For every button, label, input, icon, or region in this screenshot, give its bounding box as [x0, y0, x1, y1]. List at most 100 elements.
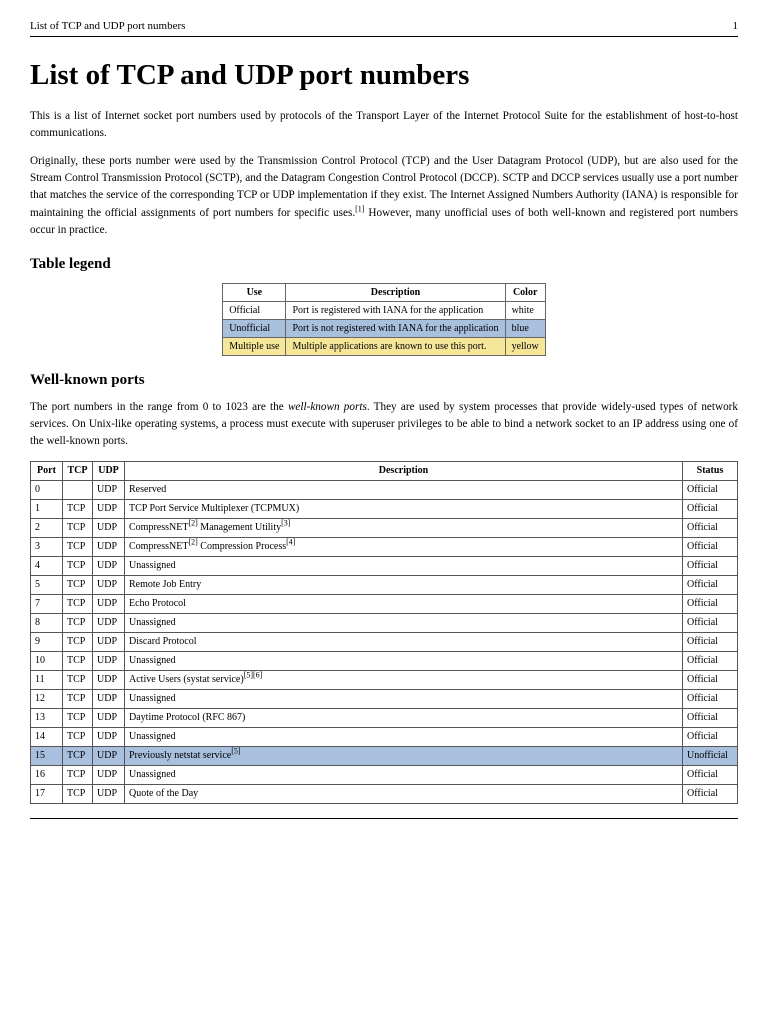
cell-description: Active Users (systat service)[5][6] [125, 670, 683, 689]
cell-port: 2 [31, 518, 63, 537]
legend-table-wrap: Use Description Color OfficialPort is re… [30, 283, 738, 356]
table-row: 3TCPUDPCompressNET[2] Compression Proces… [31, 537, 738, 556]
cell-description: Unassigned [125, 651, 683, 670]
cell-description: CompressNET[2] Management Utility[3] [125, 518, 683, 537]
cell-status: Official [683, 784, 738, 803]
desc-text: CompressNET [129, 541, 188, 552]
table-row: 17TCPUDPQuote of the DayOfficial [31, 784, 738, 803]
cell-port: 7 [31, 594, 63, 613]
table-row: 12TCPUDPUnassignedOfficial [31, 689, 738, 708]
cell-tcp: TCP [63, 632, 93, 651]
cell-port: 10 [31, 651, 63, 670]
legend-cell-desc: Multiple applications are known to use t… [286, 337, 505, 355]
cell-description: Previously netstat service[5] [125, 746, 683, 765]
cell-status: Official [683, 727, 738, 746]
cell-tcp [63, 480, 93, 499]
table-row: 15TCPUDPPreviously netstat service[5]Uno… [31, 746, 738, 765]
cell-tcp: TCP [63, 575, 93, 594]
page-title: List of TCP and UDP port numbers [30, 59, 738, 92]
legend-cell-desc: Port is not registered with IANA for the… [286, 319, 505, 337]
ports-col-status: Status [683, 461, 738, 480]
cell-udp: UDP [93, 594, 125, 613]
legend-col-desc: Description [286, 283, 505, 301]
cell-tcp: TCP [63, 537, 93, 556]
ports-col-tcp: TCP [63, 461, 93, 480]
table-row: 13TCPUDPDaytime Protocol (RFC 867)Offici… [31, 708, 738, 727]
cell-udp: UDP [93, 575, 125, 594]
desc-text: CompressNET [129, 522, 188, 533]
cell-status: Official [683, 556, 738, 575]
cell-port: 3 [31, 537, 63, 556]
cell-status: Official [683, 651, 738, 670]
desc-text: Active Users (systat service) [129, 674, 244, 685]
footer-rule [30, 818, 738, 819]
cell-port: 13 [31, 708, 63, 727]
table-row: 0UDPReservedOfficial [31, 480, 738, 499]
cell-udp: UDP [93, 727, 125, 746]
cell-status: Official [683, 480, 738, 499]
desc-text: Management Utility [198, 522, 281, 533]
table-row: 16TCPUDPUnassignedOfficial [31, 765, 738, 784]
cell-description: Unassigned [125, 727, 683, 746]
cell-udp: UDP [93, 632, 125, 651]
table-row: 11TCPUDPActive Users (systat service)[5]… [31, 670, 738, 689]
wellknown-heading: Well-known ports [30, 372, 738, 389]
ports-col-desc: Description [125, 461, 683, 480]
cell-udp: UDP [93, 689, 125, 708]
cell-status: Official [683, 594, 738, 613]
cell-status: Official [683, 537, 738, 556]
legend-cell-color: blue [505, 319, 545, 337]
cell-port: 8 [31, 613, 63, 632]
cell-status: Official [683, 499, 738, 518]
legend-cell-color: yellow [505, 337, 545, 355]
cell-description: Unassigned [125, 613, 683, 632]
cell-description: Unassigned [125, 556, 683, 575]
cell-tcp: TCP [63, 594, 93, 613]
cell-tcp: TCP [63, 518, 93, 537]
cell-tcp: TCP [63, 556, 93, 575]
cell-port: 4 [31, 556, 63, 575]
legend-heading: Table legend [30, 256, 738, 273]
cell-tcp: TCP [63, 746, 93, 765]
cell-tcp: TCP [63, 651, 93, 670]
cell-status: Official [683, 708, 738, 727]
cell-port: 0 [31, 480, 63, 499]
cell-tcp: TCP [63, 765, 93, 784]
cell-udp: UDP [93, 499, 125, 518]
citation: [3] [281, 519, 290, 528]
cell-status: Official [683, 670, 738, 689]
cell-status: Official [683, 632, 738, 651]
cell-status: Official [683, 613, 738, 632]
cell-port: 15 [31, 746, 63, 765]
cell-description: Reserved [125, 480, 683, 499]
cell-description: Unassigned [125, 765, 683, 784]
cell-description: Echo Protocol [125, 594, 683, 613]
cell-tcp: TCP [63, 784, 93, 803]
citation: [2] [188, 538, 197, 547]
cell-port: 17 [31, 784, 63, 803]
legend-col-color: Color [505, 283, 545, 301]
cell-status: Unofficial [683, 746, 738, 765]
wk-a: The port numbers in the range from 0 to … [30, 401, 288, 413]
cell-udp: UDP [93, 765, 125, 784]
cell-port: 9 [31, 632, 63, 651]
cell-port: 11 [31, 670, 63, 689]
legend-cell-use: Official [223, 301, 286, 319]
cell-port: 1 [31, 499, 63, 518]
desc-text: Compression Process [198, 541, 286, 552]
cell-udp: UDP [93, 708, 125, 727]
page-number: 1 [733, 20, 739, 32]
table-row: 14TCPUDPUnassignedOfficial [31, 727, 738, 746]
cell-port: 5 [31, 575, 63, 594]
running-title: List of TCP and UDP port numbers [30, 20, 185, 32]
intro-para-1: This is a list of Internet socket port n… [30, 108, 738, 143]
cell-udp: UDP [93, 518, 125, 537]
legend-cell-use: Multiple use [223, 337, 286, 355]
table-row: 5TCPUDPRemote Job EntryOfficial [31, 575, 738, 594]
legend-cell-color: white [505, 301, 545, 319]
cell-udp: UDP [93, 556, 125, 575]
citation: [5][6] [244, 671, 263, 680]
cell-description: CompressNET[2] Compression Process[4] [125, 537, 683, 556]
cell-udp: UDP [93, 784, 125, 803]
cell-udp: UDP [93, 613, 125, 632]
